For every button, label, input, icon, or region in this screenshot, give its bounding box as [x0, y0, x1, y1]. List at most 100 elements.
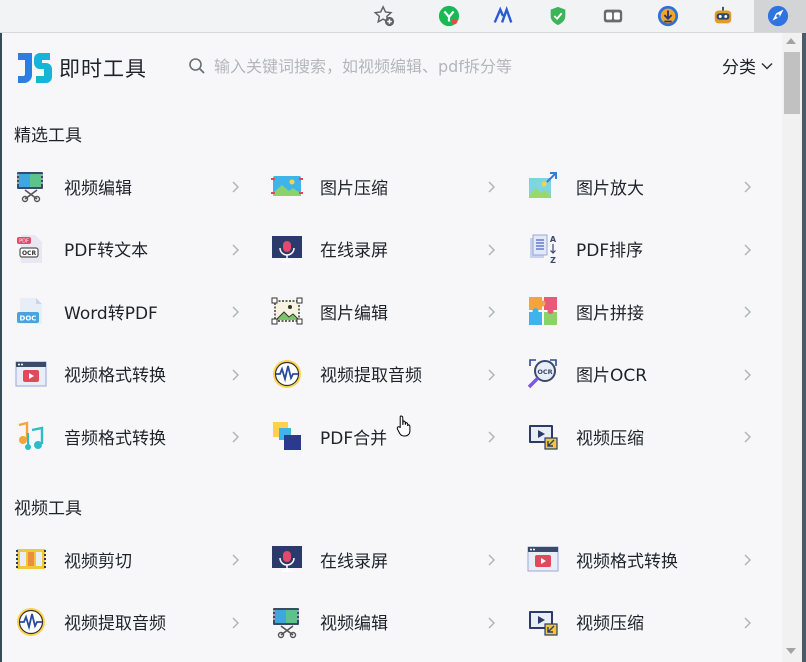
tool-label: 视频格式转换 — [64, 366, 166, 386]
svg-text:A: A — [550, 235, 557, 244]
video-edit-icon — [270, 605, 304, 639]
tool-item[interactable]: PDF合并 — [258, 416, 502, 456]
chevron-right-icon — [228, 304, 242, 318]
chevron-right-icon — [484, 615, 498, 629]
tool-item[interactable]: OCR 图片OCR — [514, 354, 758, 394]
chevron-right-icon — [740, 304, 754, 318]
brand-title: 即时工具 — [59, 57, 147, 81]
category-label: 分类 — [722, 58, 756, 78]
extension-shield-icon[interactable] — [546, 4, 570, 28]
chevron-right-icon — [740, 242, 754, 256]
chevron-right-icon — [740, 179, 754, 193]
tool-label: 图片放大 — [576, 178, 644, 199]
tool-label: 视频压缩 — [576, 428, 644, 449]
bookmark-star-icon[interactable] — [372, 4, 396, 28]
svg-text:OCR: OCR — [537, 368, 552, 376]
scroll-thumb[interactable] — [784, 52, 800, 114]
svg-text:PDF: PDF — [19, 238, 29, 244]
chevron-right-icon — [228, 179, 242, 193]
background-page-edge — [802, 33, 806, 662]
scroll-up-arrow-icon[interactable] — [786, 38, 796, 44]
chevron-right-icon — [228, 615, 242, 629]
svg-text:OCR: OCR — [22, 250, 37, 257]
tool-item[interactable]: 视频格式转换 — [2, 354, 246, 394]
tool-item[interactable]: 在线录屏 — [258, 229, 502, 269]
chevron-right-icon — [484, 304, 498, 318]
tool-item[interactable]: 视频剪切 — [2, 539, 246, 579]
chevron-down-icon — [761, 62, 773, 70]
tool-item[interactable]: PDF OCR PDF转文本 — [2, 229, 246, 269]
extension-robot-icon[interactable] — [711, 4, 735, 28]
video-convert-icon — [526, 542, 560, 576]
tool-item[interactable]: 音频格式转换 — [2, 416, 246, 456]
tool-item[interactable]: 视频压缩 — [514, 416, 758, 456]
chevron-right-icon — [228, 552, 242, 566]
svg-text:Z: Z — [550, 256, 556, 265]
tool-label: PDF转文本 — [64, 241, 149, 261]
tool-item[interactable]: 视频格式转换 — [514, 539, 758, 579]
tool-item[interactable]: DOC Word转PDF — [2, 291, 246, 331]
image-compress-icon — [270, 169, 304, 203]
search-bar[interactable] — [188, 53, 588, 79]
audio-extract-icon — [14, 605, 48, 639]
tool-label: 视频剪切 — [64, 551, 132, 572]
chevron-right-icon — [484, 429, 498, 443]
tools-popup: 即时工具 分类 精选工具视频编辑图片压缩图片放大PDFOCRPDF转文本在线录屏… — [2, 33, 782, 662]
image-ocr-icon: OCR — [526, 357, 560, 391]
tool-item[interactable]: 图片压缩 — [258, 166, 502, 206]
tool-item[interactable]: 图片编辑 — [258, 291, 502, 331]
tool-label: 图片压缩 — [320, 178, 388, 199]
tool-item[interactable]: 视频提取音频 — [258, 354, 502, 394]
tool-label: 视频格式转换 — [576, 551, 678, 572]
tool-label: 视频提取音频 — [320, 366, 422, 386]
scroll-down-arrow-icon[interactable] — [786, 648, 796, 654]
pdf-sort-icon: AZ — [526, 232, 560, 266]
tool-label: 视频提取音频 — [64, 614, 166, 634]
audio-convert-icon — [14, 419, 48, 453]
pdf-ocr-icon: PDF OCR — [14, 232, 48, 266]
search-input[interactable] — [214, 56, 574, 76]
tool-item[interactable]: 图片拼接 — [514, 291, 758, 331]
tool-label: 图片编辑 — [320, 303, 388, 324]
browser-extension-toolbar — [0, 0, 806, 33]
section-title: 视频工具 — [14, 499, 82, 519]
extension-logo-icon[interactable] — [491, 4, 515, 28]
chevron-right-icon — [740, 367, 754, 381]
screen-record-icon — [270, 542, 304, 576]
chevron-right-icon — [484, 552, 498, 566]
tool-item[interactable]: A Z PDF排序 — [514, 229, 758, 269]
svg-text:DOC: DOC — [20, 315, 37, 323]
tool-label: PDF合并 — [320, 428, 388, 449]
chevron-right-icon — [228, 367, 242, 381]
chevron-right-icon — [484, 179, 498, 193]
word-to-pdf-icon: DOC — [14, 294, 48, 328]
tool-item[interactable]: 视频编辑 — [2, 166, 246, 206]
extension-reading-icon[interactable] — [601, 4, 625, 28]
audio-extract-icon — [270, 357, 304, 391]
category-dropdown[interactable]: 分类 — [722, 53, 774, 78]
extension-jishi-icon[interactable] — [766, 4, 790, 28]
tool-item[interactable]: 在线录屏 — [258, 539, 502, 579]
chevron-right-icon — [740, 429, 754, 443]
tool-label: 在线录屏 — [320, 241, 388, 261]
tool-label: PDF排序 — [576, 241, 644, 261]
tool-item[interactable]: 图片放大 — [514, 166, 758, 206]
image-enlarge-icon — [526, 169, 560, 203]
tool-label: 图片OCR — [576, 366, 648, 386]
tool-label: 音频格式转换 — [64, 428, 166, 449]
extension-y-icon[interactable] — [437, 4, 461, 28]
tool-label: Word转PDF — [64, 303, 158, 324]
extension-download-icon[interactable] — [656, 4, 680, 28]
tool-item[interactable]: 视频编辑 — [258, 602, 502, 642]
chevron-right-icon — [740, 552, 754, 566]
video-convert-icon — [14, 357, 48, 391]
video-edit-icon — [14, 169, 48, 203]
chevron-right-icon — [740, 615, 754, 629]
popup-scrollbar[interactable] — [782, 33, 802, 662]
chevron-right-icon — [228, 429, 242, 443]
pdf-merge-icon — [270, 419, 304, 453]
tool-label: 在线录屏 — [320, 551, 388, 572]
tool-item[interactable]: 视频压缩 — [514, 602, 758, 642]
video-compress-icon — [526, 605, 560, 639]
tool-item[interactable]: 视频提取音频 — [2, 602, 246, 642]
